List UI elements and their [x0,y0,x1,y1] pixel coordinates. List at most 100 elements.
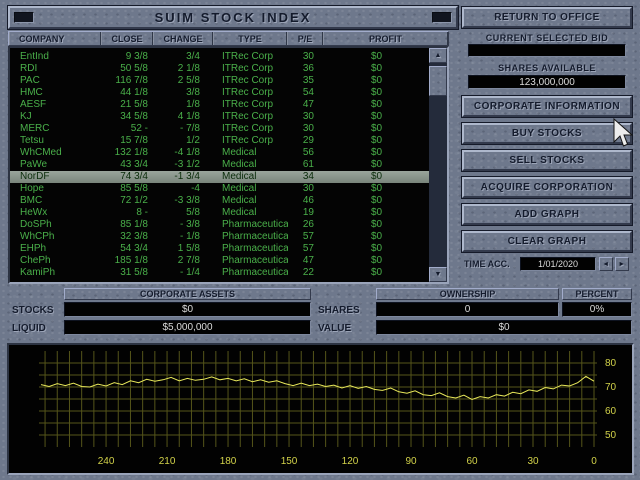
cell-change: -4 1/8 [154,147,214,159]
cell-pe: 35 [288,75,324,87]
cell-pe: 34 [288,171,324,183]
cell-company: PAC [10,75,102,87]
return-to-office-button[interactable]: RETURN TO OFFICE [462,7,632,28]
cell-change: -4 [154,183,214,195]
table-row[interactable]: MERC52 -- 7/8ITRec Corp30$0 [10,123,429,135]
cell-pe: 29 [288,135,324,147]
cell-company: EntInd [10,51,102,63]
percent-value-field: 0% [562,302,632,317]
table-row[interactable]: DoSPh85 1/8- 3/8Pharmaceutical26$0 [10,219,429,231]
cell-change: 3/8 [154,87,214,99]
cell-company: AESF [10,99,102,111]
scroll-up-button[interactable]: ▲ [429,48,447,63]
clear-graph-button[interactable]: CLEAR GRAPH [462,231,632,252]
time-acc-increase-button[interactable]: ► [615,257,629,271]
cell-close: 72 1/2 [102,195,154,207]
cell-type: ITRec Corp [214,135,288,147]
cell-close: 43 3/4 [102,159,154,171]
cell-company: EHPh [10,243,102,255]
table-row[interactable]: EHPh54 3/41 5/8Pharmaceutical57$0 [10,243,429,255]
cell-type: ITRec Corp [214,87,288,99]
cell-profit: $0 [324,111,429,123]
cell-type: Medical [214,171,288,183]
cell-profit: $0 [324,63,429,75]
table-row[interactable]: Hope85 5/8-4Medical30$0 [10,183,429,195]
table-row[interactable]: EntInd9 3/83/4ITRec Corp30$0 [10,51,429,63]
table-row[interactable]: AESF21 5/81/8ITRec Corp47$0 [10,99,429,111]
cell-pe: 61 [288,159,324,171]
table-row[interactable]: KamiPh31 5/8- 1/4Pharmaceutical22$0 [10,267,429,279]
cell-profit: $0 [324,87,429,99]
title-endcap-left [14,12,34,23]
cell-company: PaWe [10,159,102,171]
graph-canvas: 240210180150120906030080706050 [9,345,631,473]
table-row[interactable]: HeWx8 -5/8Medical19$0 [10,207,429,219]
table-scrollbar[interactable]: ▲ ▼ [429,48,447,282]
cell-profit: $0 [324,255,429,267]
cell-profit: $0 [324,75,429,87]
cell-type: ITRec Corp [214,111,288,123]
shares-available-label: SHARES AVAILABLE [462,63,632,73]
cell-change: 1/2 [154,135,214,147]
table-row[interactable]: KJ34 5/84 1/8ITRec Corp30$0 [10,111,429,123]
cell-change: - 7/8 [154,123,214,135]
cell-profit: $0 [324,243,429,255]
cell-profit: $0 [324,51,429,63]
cell-change: 3/4 [154,51,214,63]
acquire-corporation-button[interactable]: ACQUIRE CORPORATION [462,177,632,198]
table-row[interactable]: NorDF74 3/4-1 3/4Medical34$0 [10,171,429,183]
cell-change: -1 3/4 [154,171,214,183]
cell-change: -3 1/2 [154,159,214,171]
cell-profit: $0 [324,267,429,279]
header-company[interactable]: COMPANY [9,32,101,45]
cell-type: Pharmaceutical [214,267,288,279]
sell-stocks-button[interactable]: SELL STOCKS [462,150,632,171]
arrow-up-icon: ▲ [435,52,442,59]
cell-change: 2 7/8 [154,255,214,267]
table-row[interactable]: BMC72 1/2-3 3/8Medical46$0 [10,195,429,207]
current-selected-bid-label: CURRENT SELECTED BID [462,33,632,43]
cell-close: 74 3/4 [102,171,154,183]
table-row[interactable]: PaWe43 3/4-3 1/2Medical61$0 [10,159,429,171]
table-row[interactable]: HMC44 1/83/8ITRec Corp54$0 [10,87,429,99]
header-close[interactable]: CLOSE [101,32,153,45]
scrollbar-thumb[interactable] [429,66,447,96]
stock-market-screen: SUIM STOCK INDEX COMPANY CLOSE CHANGE TY… [0,0,640,480]
table-row[interactable]: PAC116 7/82 5/8ITRec Corp35$0 [10,75,429,87]
svg-text:120: 120 [342,456,359,467]
header-type[interactable]: TYPE [213,32,287,45]
header-profit[interactable]: PROFIT [323,32,448,45]
table-row[interactable]: ChePh185 1/82 7/8Pharmaceutical47$0 [10,255,429,267]
cell-type: Medical [214,147,288,159]
cell-close: 85 5/8 [102,183,154,195]
cell-profit: $0 [324,183,429,195]
table-row[interactable]: WhCPh32 3/8- 1/8Pharmaceutical57$0 [10,231,429,243]
shares-value-field: 0 [376,302,559,317]
cell-profit: $0 [324,147,429,159]
add-graph-button[interactable]: ADD GRAPH [462,204,632,225]
cell-profit: $0 [324,219,429,231]
stock-price-graph: 240210180150120906030080706050 [7,343,634,475]
corporate-information-button[interactable]: CORPORATE INFORMATION [462,96,632,117]
arrow-down-icon: ▼ [435,271,442,278]
percent-header: PERCENT [562,288,632,300]
cell-close: 44 1/8 [102,87,154,99]
cell-profit: $0 [324,195,429,207]
stocks-value-field: $0 [64,302,311,317]
svg-text:60: 60 [605,406,617,417]
table-row[interactable]: RDI50 5/82 1/8ITRec Corp36$0 [10,63,429,75]
table-row[interactable]: Tetsu15 7/81/2ITRec Corp29$0 [10,135,429,147]
time-acc-decrease-button[interactable]: ◄ [599,257,613,271]
cell-company: HMC [10,87,102,99]
header-pe[interactable]: P/E [287,32,323,45]
scroll-down-button[interactable]: ▼ [429,267,447,282]
cell-change: 4 1/8 [154,111,214,123]
cell-close: 132 1/8 [102,147,154,159]
cell-close: 8 - [102,207,154,219]
current-selected-bid-field[interactable] [468,44,626,57]
header-change[interactable]: CHANGE [153,32,213,45]
cell-company: BMC [10,195,102,207]
cell-profit: $0 [324,171,429,183]
buy-stocks-button[interactable]: BUY STOCKS [462,123,632,144]
table-row[interactable]: WhCMed132 1/8-4 1/8Medical56$0 [10,147,429,159]
